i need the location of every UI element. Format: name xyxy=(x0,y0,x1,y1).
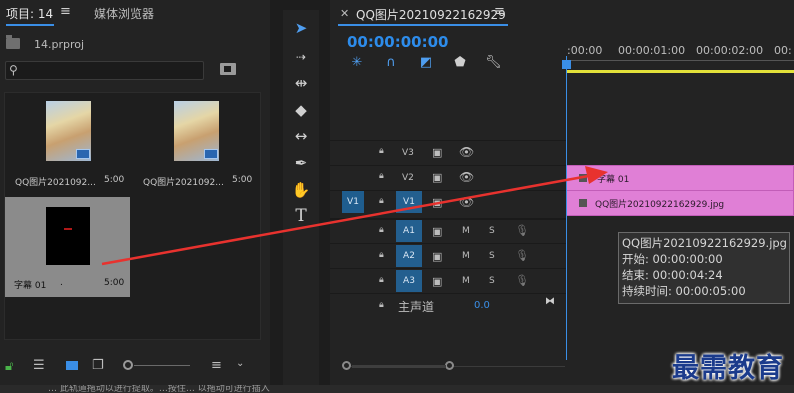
status-text: … 此轨道拖动以进行提取。…按住… 以拖动可进行插入 xyxy=(48,385,270,393)
status-bar: … 此轨道拖动以进行提取。…按住… 以拖动可进行插入 xyxy=(0,385,794,393)
arrow-shaft xyxy=(101,173,595,266)
annotation-arrow xyxy=(101,166,608,266)
watermark-logo: 最需教育 xyxy=(672,353,784,384)
arrow-head xyxy=(585,166,608,184)
